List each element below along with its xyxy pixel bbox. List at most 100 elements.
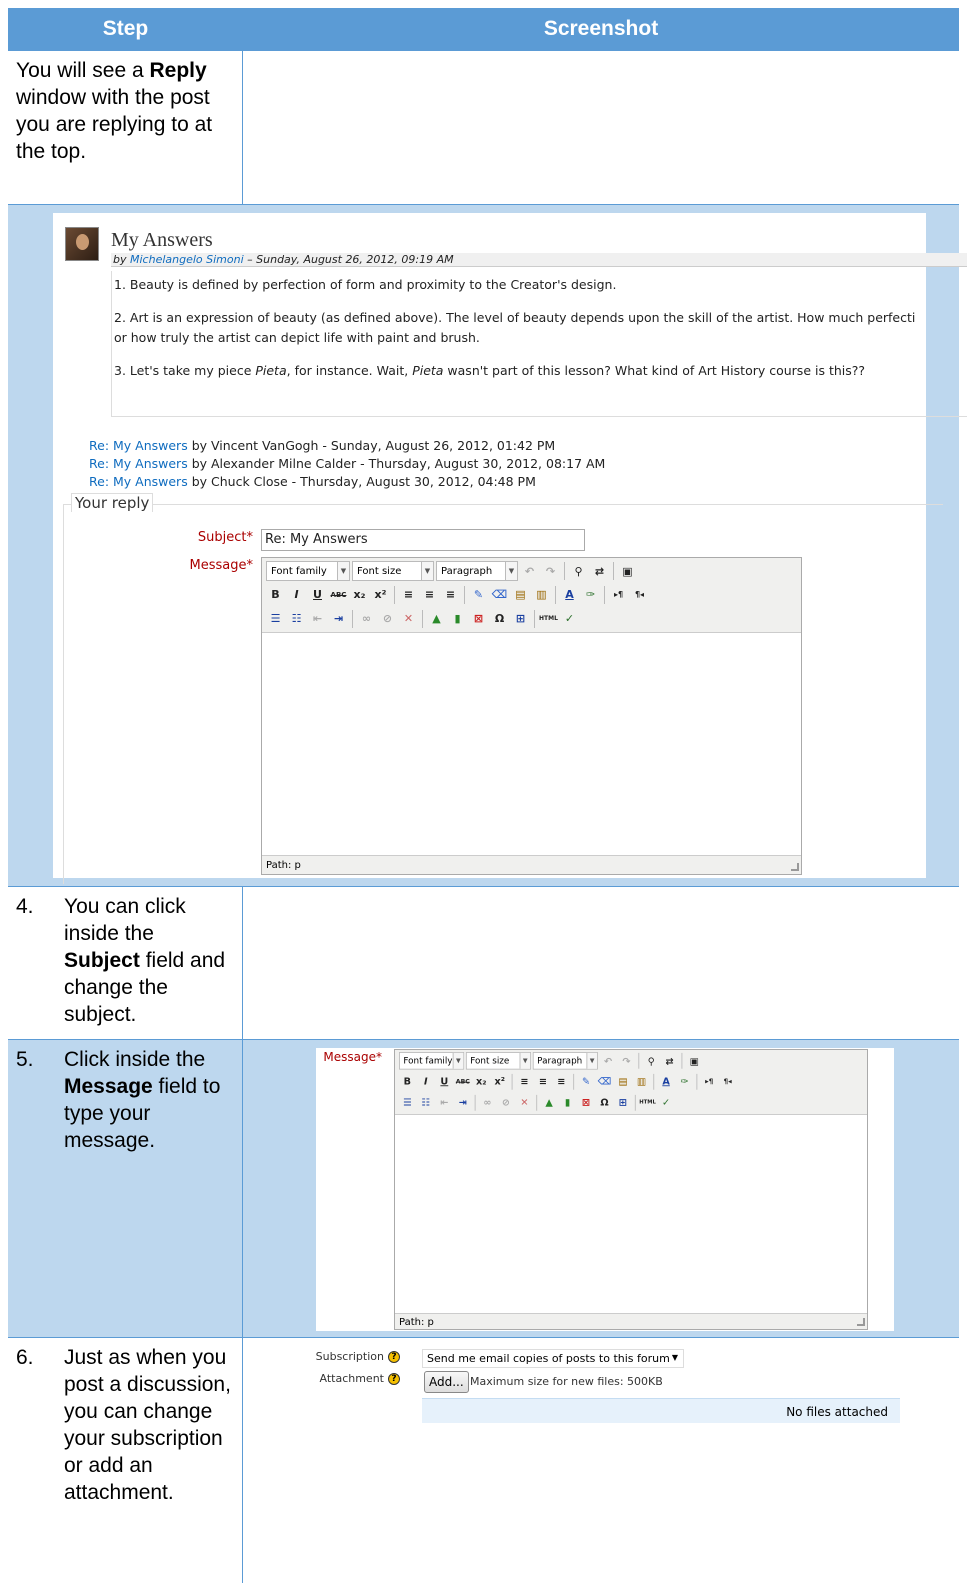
align-left-icon[interactable]: ≡ — [516, 1073, 533, 1090]
superscript-icon[interactable]: x² — [371, 585, 390, 604]
header-step: Step — [102, 17, 149, 40]
table-icon[interactable]: ⊞ — [511, 609, 530, 628]
message-editor[interactable]: Font family ▼ Font size ▼ Paragraph ▼ ↶ ↷ ⚲… — [394, 1049, 868, 1330]
bullet-list-icon[interactable]: ☰ — [266, 609, 285, 628]
italic-icon[interactable]: I — [417, 1073, 434, 1090]
undo-icon[interactable]: ↶ — [520, 562, 539, 581]
bold-icon[interactable]: B — [266, 585, 285, 604]
bold-icon[interactable]: B — [399, 1073, 416, 1090]
equation-icon[interactable]: ⊠ — [578, 1094, 595, 1111]
help-icon[interactable]: ? — [388, 1373, 400, 1385]
files-area[interactable]: No files attached — [422, 1398, 900, 1423]
resize-handle[interactable] — [791, 863, 799, 871]
subscript-icon[interactable]: x₂ — [350, 585, 369, 604]
link-icon[interactable]: ∞ — [357, 609, 376, 628]
align-center-icon[interactable]: ≡ — [535, 1073, 552, 1090]
html-icon[interactable]: HTML — [639, 1094, 656, 1111]
strikethrough-icon[interactable]: ABC — [454, 1073, 471, 1090]
clean-up-icon[interactable]: ✎ — [578, 1073, 595, 1090]
reply-link[interactable]: Re: My Answers — [89, 438, 188, 453]
reply-window-screenshot: My Answers by Michelangelo Simoni – Sund… — [53, 213, 967, 884]
rtl-icon[interactable]: ¶◂ — [719, 1073, 736, 1090]
media-icon[interactable]: ▮ — [448, 609, 467, 628]
redo-icon[interactable]: ↷ — [541, 562, 560, 581]
reply-link[interactable]: Re: My Answers — [89, 456, 188, 471]
paragraph-select[interactable]: Paragraph ▼ — [532, 1052, 598, 1070]
clean-up-icon[interactable]: ✎ — [469, 585, 488, 604]
author-link[interactable]: Michelangelo Simoni — [130, 253, 244, 266]
subscription-select[interactable]: Send me email copies of posts to this fo… — [422, 1349, 684, 1368]
paste-word-icon[interactable]: ▥ — [633, 1073, 650, 1090]
ltr-icon[interactable]: ▸¶ — [609, 585, 628, 604]
font-size-select[interactable]: Font size ▼ — [465, 1052, 531, 1070]
redo-icon[interactable]: ↷ — [618, 1052, 635, 1069]
subscript-icon[interactable]: x₂ — [473, 1073, 490, 1090]
align-left-icon[interactable]: ≡ — [399, 585, 418, 604]
text-color-icon[interactable]: A — [560, 585, 579, 604]
link-icon[interactable]: ∞ — [479, 1094, 496, 1111]
underline-icon[interactable]: U — [308, 585, 327, 604]
font-family-select[interactable]: Font family ▼ — [266, 561, 350, 581]
align-center-icon[interactable]: ≡ — [420, 585, 439, 604]
spellcheck-icon[interactable]: ✓ — [560, 609, 579, 628]
replace-icon[interactable]: ⇄ — [590, 562, 609, 581]
step-text: You will see a Reply window with the pos… — [16, 59, 213, 163]
font-family-select[interactable]: Font family ▼ — [399, 1052, 465, 1070]
numbered-list-icon[interactable]: ☷ — [417, 1094, 434, 1111]
outdent-icon[interactable]: ⇤ — [308, 609, 327, 628]
eraser-icon[interactable]: ⌫ — [490, 585, 509, 604]
unlink-icon[interactable]: ⊘ — [498, 1094, 515, 1111]
paste-text-icon[interactable]: ▤ — [511, 585, 530, 604]
rtl-icon[interactable]: ¶◂ — [630, 585, 649, 604]
html-icon[interactable]: HTML — [539, 609, 558, 628]
find-icon[interactable]: ⚲ — [569, 562, 588, 581]
no-link-icon[interactable]: ✕ — [516, 1094, 533, 1111]
special-char-icon[interactable]: Ω — [596, 1094, 613, 1111]
ltr-icon[interactable]: ▸¶ — [701, 1073, 718, 1090]
post-body: 1. Beauty is defined by perfection of fo… — [111, 271, 967, 417]
bullet-list-icon[interactable]: ☰ — [399, 1094, 416, 1111]
paste-word-icon[interactable]: ▥ — [532, 585, 551, 604]
image-icon[interactable]: ▲ — [541, 1094, 558, 1111]
special-char-icon[interactable]: Ω — [490, 609, 509, 628]
text-color-icon[interactable]: A — [658, 1073, 675, 1090]
eraser-icon[interactable]: ⌫ — [596, 1073, 613, 1090]
superscript-icon[interactable]: x² — [491, 1073, 508, 1090]
message-editor[interactable]: Font family ▼ Font size ▼ Paragraph ▼ ↶ ↷ ⚲… — [261, 557, 802, 875]
fullscreen-icon[interactable]: ▣ — [618, 562, 637, 581]
subject-input[interactable]: Re: My Answers — [261, 529, 585, 551]
outdent-icon[interactable]: ⇤ — [436, 1094, 453, 1111]
message-label: Message* — [189, 558, 253, 573]
equation-icon[interactable]: ⊠ — [469, 609, 488, 628]
paragraph-select[interactable]: Paragraph ▼ — [436, 561, 518, 581]
unlink-icon[interactable]: ⊘ — [378, 609, 397, 628]
media-icon[interactable]: ▮ — [559, 1094, 576, 1111]
replace-icon[interactable]: ⇄ — [661, 1052, 678, 1069]
indent-icon[interactable]: ⇥ — [454, 1094, 471, 1111]
highlight-color-icon[interactable]: ✑ — [676, 1073, 693, 1090]
no-link-icon[interactable]: ✕ — [399, 609, 418, 628]
strikethrough-icon[interactable]: ABC — [329, 585, 348, 604]
indent-icon[interactable]: ⇥ — [329, 609, 348, 628]
highlight-color-icon[interactable]: ✑ — [581, 585, 600, 604]
add-file-button[interactable]: Add... — [424, 1371, 469, 1393]
help-icon[interactable]: ? — [388, 1351, 400, 1363]
spellcheck-icon[interactable]: ✓ — [658, 1094, 675, 1111]
image-icon[interactable]: ▲ — [427, 609, 446, 628]
align-right-icon[interactable]: ≡ — [441, 585, 460, 604]
fullscreen-icon[interactable]: ▣ — [686, 1052, 703, 1069]
paste-text-icon[interactable]: ▤ — [615, 1073, 632, 1090]
table-icon[interactable]: ⊞ — [615, 1094, 632, 1111]
font-size-select[interactable]: Font size ▼ — [352, 561, 434, 581]
step-text: 6. Just as when you post a discussion, y… — [16, 1346, 231, 1504]
numbered-list-icon[interactable]: ☷ — [287, 609, 306, 628]
message-text-area[interactable] — [262, 632, 801, 856]
underline-icon[interactable]: U — [436, 1073, 453, 1090]
undo-icon[interactable]: ↶ — [600, 1052, 617, 1069]
resize-handle[interactable] — [857, 1318, 865, 1326]
italic-icon[interactable]: I — [287, 585, 306, 604]
align-right-icon[interactable]: ≡ — [553, 1073, 570, 1090]
find-icon[interactable]: ⚲ — [643, 1052, 660, 1069]
message-text-area[interactable] — [395, 1114, 867, 1314]
reply-link[interactable]: Re: My Answers — [89, 474, 188, 489]
